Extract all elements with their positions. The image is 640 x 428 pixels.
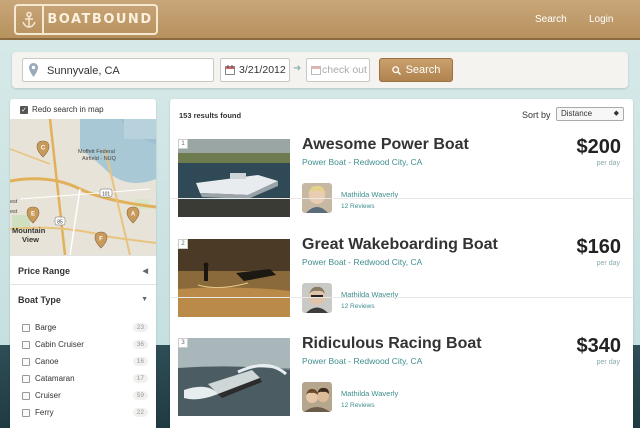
listing-title[interactable]: Ridiculous Racing Boat (302, 335, 482, 353)
filter-panel: ✓ Redo search in map 101 85 C E A F Moff… (10, 99, 156, 428)
boat-type-option[interactable]: Catamaran 17 (22, 370, 148, 387)
listing-subtitle: Power Boat - Redwood City, CA (302, 157, 423, 167)
boat-type-option[interactable]: Barge 23 (22, 319, 148, 336)
svg-text:Airfield - NUQ: Airfield - NUQ (82, 156, 117, 162)
boat-type-count: 59 (132, 391, 148, 400)
boat-type-label: Ferry (35, 408, 54, 417)
location-input[interactable] (47, 61, 207, 80)
boat-type-toggle[interactable]: Boat Type ▼ (10, 284, 156, 314)
boat-type-count: 23 (132, 323, 148, 332)
price-range-toggle[interactable]: Price Range ◀ (10, 255, 156, 285)
arrow-right-icon: ➜ (293, 63, 302, 74)
boat-type-checkbox[interactable] (22, 374, 30, 383)
boat-type-option[interactable]: Ferry 22 (22, 404, 148, 421)
site-header: BOATBOUND Search Login (0, 0, 640, 40)
svg-text:Mountain: Mountain (12, 226, 46, 235)
redo-search-label: Redo search in map (32, 105, 104, 114)
listing-photo[interactable]: 3 (178, 338, 290, 416)
chevron-down-icon: ▼ (141, 296, 148, 303)
calendar-icon (225, 65, 235, 75)
boat-type-checkbox[interactable] (22, 391, 30, 400)
boat-type-label: Cruiser (35, 391, 61, 400)
anchor-icon (16, 5, 44, 34)
listing-number: 1 (178, 139, 188, 149)
logo[interactable]: BOATBOUND (14, 4, 158, 35)
redo-search-toggle[interactable]: ✓ Redo search in map (20, 105, 104, 114)
boat-type-checkbox[interactable] (22, 357, 30, 366)
checkout-field[interactable]: check out (306, 58, 370, 82)
listing-price: $340 (576, 335, 622, 357)
listing-title[interactable]: Great Wakeboarding Boat (302, 236, 498, 254)
listing-price: $200 (576, 136, 622, 158)
boat-type-option[interactable]: Cabin Cruiser 36 (22, 336, 148, 353)
listing-card[interactable]: 1 Awesome Power Boat Power Boat - Redwoo… (170, 99, 633, 217)
boat-type-label: Catamaran (35, 374, 75, 383)
listing-number: 3 (178, 338, 188, 348)
nav-login-link[interactable]: Login (589, 14, 613, 25)
search-icon (391, 65, 401, 75)
avatar[interactable] (302, 382, 332, 412)
owner-name[interactable]: Mathilda Waverly (341, 389, 398, 398)
svg-text:A: A (131, 212, 136, 218)
boat-type-count: 22 (132, 408, 148, 417)
boat-type-count: 16 (132, 357, 148, 366)
price-range-label: Price Range (18, 265, 71, 276)
search-bar: 3/21/2012 ➜ check out Search (12, 52, 628, 88)
boat-type-option[interactable]: Cruiser 59 (22, 387, 148, 404)
logo-text: BOATBOUND (47, 12, 153, 27)
listing-subtitle: Power Boat - Redwood City, CA (302, 356, 423, 366)
svg-text:101: 101 (102, 192, 111, 198)
svg-text:85: 85 (57, 220, 63, 226)
boat-type-label: Cabin Cruiser (35, 340, 84, 349)
results-map[interactable]: 101 85 C E A F Moffett Federal Airfield … (10, 119, 156, 255)
listing-number: 2 (178, 239, 188, 249)
checkin-field[interactable]: 3/21/2012 (220, 58, 290, 82)
review-count[interactable]: 12 Reviews (341, 402, 375, 409)
listing-price-unit: per day (596, 160, 620, 167)
listing-price-unit: per day (596, 359, 620, 366)
search-button[interactable]: Search (379, 58, 453, 82)
svg-text:Moffett Federal: Moffett Federal (78, 149, 115, 155)
listing-card[interactable]: 2 Great Wakeboarding Boat Power Boat - R… (170, 198, 633, 317)
map-canvas[interactable]: 101 85 C E A F Moffett Federal Airfield … (10, 119, 156, 255)
listing-card[interactable]: 3 Ridiculous Racing Boat Power Boat - Re… (170, 297, 633, 416)
boat-type-label: Boat Type (18, 294, 61, 305)
listing-title[interactable]: Awesome Power Boat (302, 136, 469, 154)
boat-type-count: 36 (132, 340, 148, 349)
boat-type-checkbox[interactable] (22, 323, 30, 332)
redo-search-checkbox[interactable]: ✓ (20, 105, 28, 114)
boat-type-list: Barge 23 Cabin Cruiser 36 Canoe 16 Catam… (22, 319, 148, 421)
listing-subtitle: Power Boat - Redwood City, CA (302, 257, 423, 267)
results-panel: 153 results found Sort by Distance ◆ 1 A… (170, 99, 633, 428)
boat-type-checkbox[interactable] (22, 408, 30, 417)
search-button-label: Search (405, 64, 441, 76)
checkin-value: 3/21/2012 (239, 64, 286, 76)
checkout-placeholder: check out (322, 64, 367, 76)
boat-type-label: Barge (35, 323, 57, 332)
calendar-icon (311, 66, 321, 75)
listing-price-unit: per day (596, 260, 620, 267)
svg-text:E: E (31, 212, 35, 218)
map-pin-icon (29, 63, 38, 77)
boat-type-count: 17 (132, 374, 148, 383)
svg-text:F: F (99, 237, 103, 243)
location-field[interactable] (22, 58, 214, 82)
listing-price: $160 (576, 236, 622, 258)
svg-text:est: est (10, 209, 18, 215)
boat-type-option[interactable]: Canoe 16 (22, 353, 148, 370)
boat-type-checkbox[interactable] (22, 340, 30, 349)
chevron-left-icon: ◀ (142, 267, 148, 275)
svg-text:View: View (22, 235, 39, 244)
nav-search-link[interactable]: Search (535, 14, 567, 25)
svg-text:C: C (41, 146, 46, 152)
svg-text:est: est (10, 199, 18, 205)
boat-type-label: Canoe (35, 357, 59, 366)
